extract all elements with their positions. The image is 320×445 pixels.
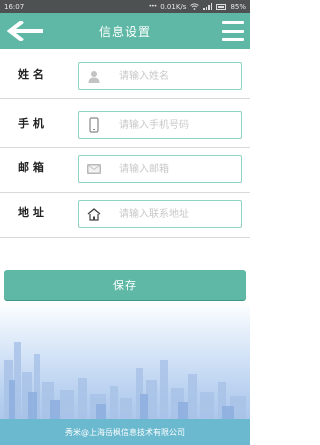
page-title: 信息设置 — [98, 24, 151, 39]
phone-input[interactable] — [109, 112, 234, 138]
wifi-icon — [190, 3, 200, 10]
email-input[interactable] — [109, 156, 234, 182]
phone-field[interactable] — [78, 111, 242, 139]
divider — [0, 98, 250, 99]
signal-icon — [203, 3, 213, 10]
address-input[interactable] — [109, 201, 234, 227]
menu-icon-bar — [222, 29, 244, 33]
menu-button[interactable] — [222, 21, 244, 41]
divider — [0, 237, 250, 238]
more-dots-icon: ••• — [148, 3, 158, 10]
name-input[interactable] — [109, 63, 234, 89]
phone-label: 手 机 — [18, 117, 44, 130]
menu-icon-bar — [222, 38, 244, 41]
menu-icon-bar — [222, 21, 244, 24]
header-bar: 信息设置 — [0, 13, 250, 49]
address-row: 地 址 — [0, 190, 250, 234]
home-icon — [79, 201, 109, 227]
address-field[interactable] — [78, 200, 242, 228]
email-row: 邮 箱 — [0, 145, 250, 189]
name-field[interactable] — [78, 62, 242, 90]
phone-row: 手 机 — [0, 101, 250, 145]
name-row: 姓 名 — [0, 52, 250, 96]
name-label: 姓 名 — [18, 68, 44, 81]
back-button[interactable] — [6, 18, 44, 44]
status-time: 16:07 — [4, 2, 25, 11]
battery-level: 85% — [230, 2, 246, 11]
email-field[interactable] — [78, 155, 242, 183]
user-icon — [79, 63, 109, 89]
battery-icon — [216, 3, 227, 10]
network-speed: 0.01K/s — [160, 2, 187, 11]
footer-copyright: 秀米@上海岳枫信息技术有限公司 — [65, 427, 185, 437]
phone-icon — [79, 112, 109, 138]
arrow-left-icon — [7, 21, 43, 41]
save-button[interactable]: 保存 — [4, 270, 246, 300]
address-label: 地 址 — [18, 206, 44, 219]
status-bar: 16:07 ••• 0.01K/s 85% — [0, 0, 250, 13]
status-right: ••• 0.01K/s 85% — [149, 3, 246, 11]
mail-icon — [79, 156, 109, 182]
email-label: 邮 箱 — [18, 161, 44, 174]
footer-bar: 秀米@上海岳枫信息技术有限公司 — [0, 419, 250, 445]
